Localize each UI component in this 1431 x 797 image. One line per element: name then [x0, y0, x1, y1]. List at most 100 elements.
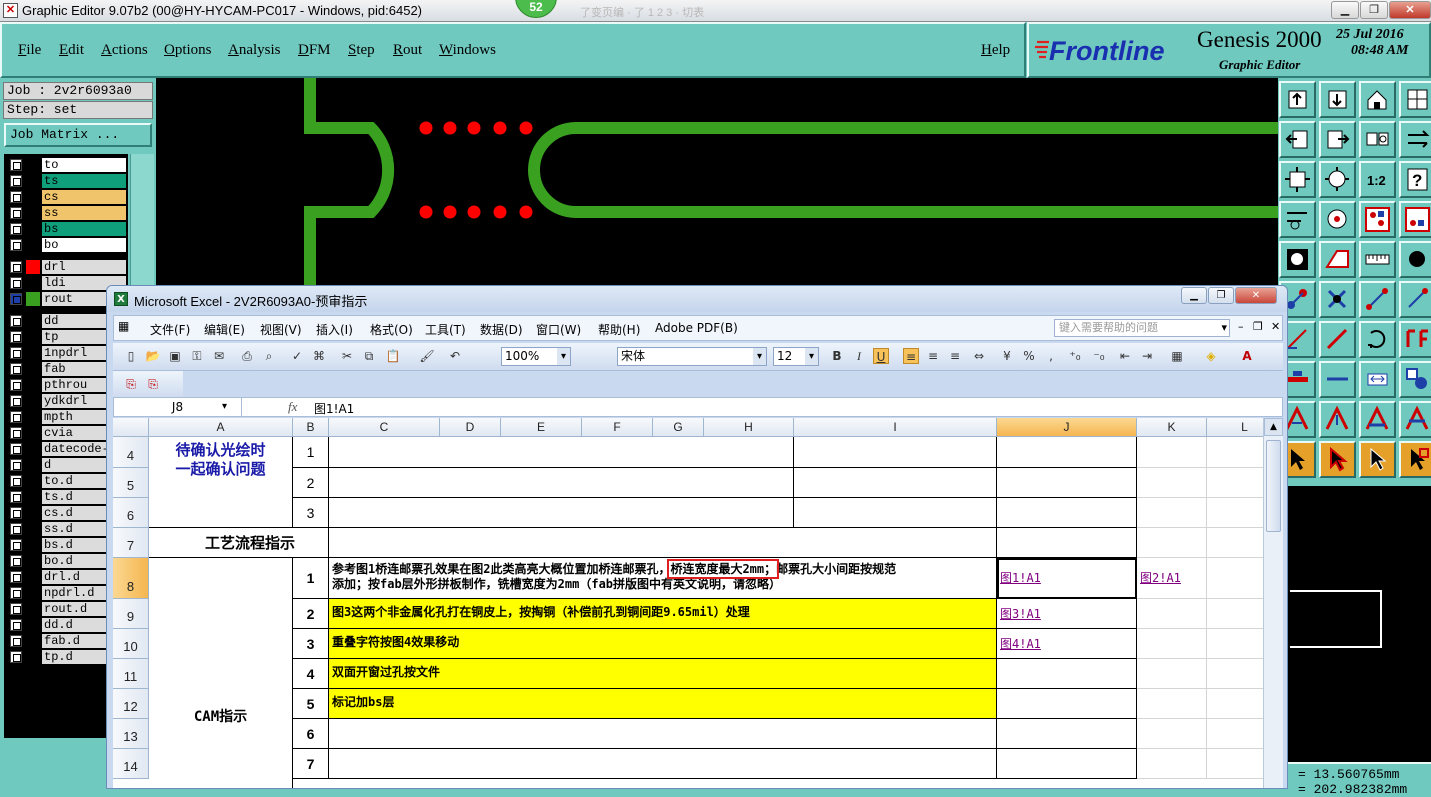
cam-item-text[interactable]: [329, 749, 997, 779]
excel-menu-item[interactable]: Adobe PDF(B): [655, 321, 738, 335]
align-center-icon[interactable]: ≡: [925, 348, 941, 364]
scroll-up-icon[interactable]: ▲: [1264, 418, 1283, 436]
help-search-input[interactable]: 键入需要帮助的问题: [1054, 319, 1230, 337]
layer-checkbox[interactable]: [10, 443, 22, 455]
zoom-home-icon[interactable]: [1279, 81, 1316, 118]
layer-color-swatch[interactable]: [26, 634, 40, 648]
layer-color-swatch[interactable]: [26, 206, 40, 220]
notification-badge[interactable]: 52: [515, 0, 557, 18]
layer-color-swatch[interactable]: [26, 426, 40, 440]
group-icon[interactable]: [1399, 361, 1431, 398]
cam-item-link[interactable]: [997, 719, 1137, 749]
layer-color-swatch[interactable]: [26, 618, 40, 632]
confirm-item-text[interactable]: [329, 437, 794, 468]
pdf-convert-icon[interactable]: ⎘: [123, 376, 139, 392]
layer-row-ss[interactable]: ss: [4, 205, 128, 221]
layer-checkbox[interactable]: [10, 261, 22, 273]
undo-icon[interactable]: ↶: [447, 348, 463, 364]
mirror-icon[interactable]: [1399, 321, 1431, 358]
column-header-f[interactable]: F: [582, 418, 653, 437]
excel-doc-icon[interactable]: ▦: [118, 319, 129, 333]
grid-cell[interactable]: [1207, 659, 1263, 689]
triangle-icon[interactable]: [1359, 401, 1396, 438]
cam-item-text[interactable]: 图3这两个非金属化孔打在铜皮上，按掏铜（补偿前孔到铜间距9.65mil）处理: [329, 599, 997, 629]
grid-cell[interactable]: [1137, 689, 1207, 719]
layer-row-cs[interactable]: cs: [4, 189, 128, 205]
menu-step[interactable]: Step: [348, 42, 375, 59]
open-icon[interactable]: 📂: [145, 348, 161, 364]
grid-cell[interactable]: [1137, 528, 1207, 558]
worksheet-grid[interactable]: A B C D E F G H I J K L 4 5 6 7 8 9 10 11 12 13 14 待确认光绘时 一起确认问…: [113, 418, 1263, 788]
graphic-canvas[interactable]: [156, 78, 1278, 293]
layer-color-swatch[interactable]: [26, 394, 40, 408]
email-icon[interactable]: ✉: [211, 348, 227, 364]
layer-color-swatch[interactable]: [26, 522, 40, 536]
confirm-item-link[interactable]: [997, 437, 1137, 468]
minimize-icon[interactable]: ▁: [1331, 1, 1359, 19]
layer-color-swatch[interactable]: [26, 506, 40, 520]
row-header-7[interactable]: 7: [113, 528, 149, 558]
process-flow-link[interactable]: [997, 528, 1137, 558]
confirm-item-note[interactable]: [794, 437, 997, 468]
row-header-6[interactable]: 6: [113, 498, 149, 528]
grid-cell[interactable]: [1137, 437, 1207, 468]
excel-menu-item[interactable]: 格式(O): [370, 321, 413, 338]
cam-item-text[interactable]: [329, 719, 997, 749]
layer-checkbox[interactable]: [10, 347, 22, 359]
window-icon[interactable]: [1399, 81, 1431, 118]
query-icon[interactable]: ?: [1399, 161, 1431, 198]
cam-item-text[interactable]: 参考图1桥连邮票孔效果在图2此类高亮大概位置加桥连邮票孔，桥连宽度最大2mm；邮…: [329, 558, 997, 599]
cross-icon[interactable]: [1319, 281, 1356, 318]
column-header-j[interactable]: J: [997, 418, 1137, 437]
layer-checkbox[interactable]: [10, 491, 22, 503]
doc-close-icon[interactable]: ✕: [1271, 320, 1280, 333]
layer-checkbox[interactable]: [10, 207, 22, 219]
zoom-back-icon[interactable]: [1319, 81, 1356, 118]
formula-input[interactable]: 图1!A1: [314, 400, 354, 417]
layer-color-swatch[interactable]: [26, 238, 40, 252]
grid-cell[interactable]: [1137, 599, 1207, 629]
merge-center-icon[interactable]: ⇔: [971, 348, 987, 364]
menu-actions[interactable]: Actions: [101, 42, 148, 59]
layer-color-swatch[interactable]: [26, 222, 40, 236]
process-flow-value[interactable]: [329, 528, 997, 558]
layer-compare-alt-icon[interactable]: [1399, 201, 1431, 238]
menu-options[interactable]: Options: [164, 42, 212, 59]
spelling-icon[interactable]: ✓: [289, 348, 305, 364]
layer-color-swatch[interactable]: [26, 362, 40, 376]
minus-icon[interactable]: [1319, 361, 1356, 398]
layer-checkbox[interactable]: [10, 159, 22, 171]
polygon-icon[interactable]: [1319, 241, 1356, 278]
layer-color-swatch[interactable]: [26, 586, 40, 600]
menu-analysis[interactable]: Analysis: [228, 42, 281, 59]
layer-checkbox[interactable]: [10, 571, 22, 583]
cam-item-text[interactable]: 重叠字符按图4效果移动: [329, 629, 997, 659]
layer-checkbox[interactable]: [10, 523, 22, 535]
bold-icon[interactable]: B: [829, 348, 845, 364]
column-header-a[interactable]: A: [149, 418, 293, 437]
grid-cell[interactable]: [1207, 749, 1263, 779]
excel-menu-item[interactable]: 文件(F): [150, 321, 190, 338]
layer-checkbox[interactable]: [10, 277, 22, 289]
redraw-icon[interactable]: [1399, 121, 1431, 158]
layer-color-swatch[interactable]: [26, 314, 40, 328]
confirm-item-text[interactable]: [329, 498, 794, 528]
select-all-corner[interactable]: [113, 418, 149, 437]
layer-name[interactable]: bs: [42, 222, 126, 236]
layer-checkbox[interactable]: [10, 555, 22, 567]
new-icon[interactable]: ▯: [123, 348, 139, 364]
comma-icon[interactable]: ,: [1043, 348, 1059, 364]
doc-minimize-icon[interactable]: –: [1238, 320, 1244, 333]
menu-rout[interactable]: Rout: [393, 42, 422, 59]
layer-checkbox[interactable]: [10, 459, 22, 471]
row-header-4[interactable]: 4: [113, 437, 149, 468]
cam-item-text[interactable]: 标记加bs层: [329, 689, 997, 719]
layer-checkbox[interactable]: [10, 651, 22, 663]
paste-icon[interactable]: 📋: [385, 348, 401, 364]
excel-menu-item[interactable]: 工具(T): [425, 321, 466, 338]
grid-cell[interactable]: [1207, 468, 1263, 498]
decrease-decimal-icon[interactable]: ⁻₀: [1091, 348, 1107, 364]
decrease-indent-icon[interactable]: ⇤: [1117, 348, 1133, 364]
resize-icon[interactable]: [1359, 361, 1396, 398]
grid-cell[interactable]: [1207, 599, 1263, 629]
